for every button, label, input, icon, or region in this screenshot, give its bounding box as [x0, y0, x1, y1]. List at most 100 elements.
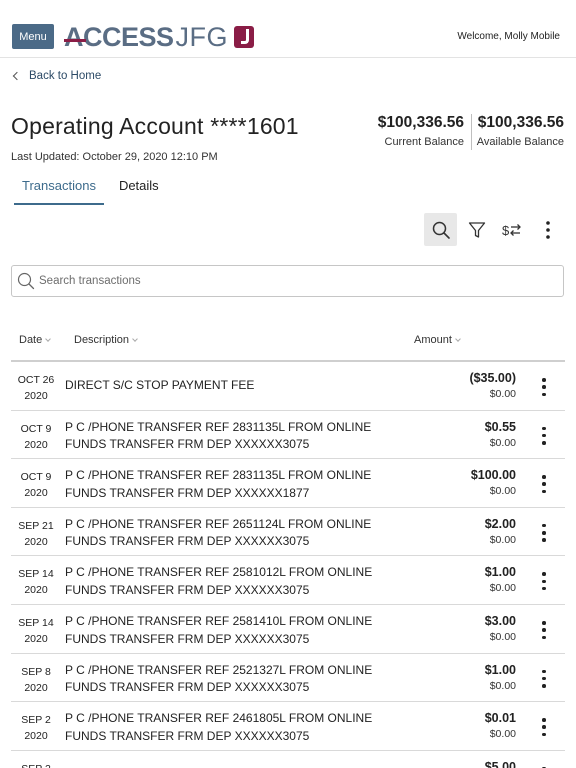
row-more-options-button[interactable]: [537, 426, 551, 446]
row-more-options-button[interactable]: [537, 669, 551, 689]
last-updated-text: Last Updated: October 29, 2020 12:10 PM: [11, 151, 218, 163]
transaction-row[interactable]: OCT 26 2020 DIRECT S/C STOP PAYMENT FEE ($3…: [11, 362, 565, 411]
transaction-amount: $0.01 $0.00: [485, 710, 516, 742]
sort-chevron-icon: [45, 336, 52, 342]
filter-button[interactable]: [460, 213, 493, 246]
search-transactions-box: [11, 265, 564, 297]
transaction-date-month-day: OCT 26: [17, 374, 55, 386]
menu-button[interactable]: Menu: [12, 24, 54, 49]
kebab-dot-icon: [542, 531, 546, 535]
transaction-row[interactable]: OCT 9 2020 P C /PHONE TRANSFER REF 2831135…: [11, 411, 565, 460]
transaction-date: OCT 9 2020: [11, 421, 61, 453]
kebab-dot-icon: [542, 621, 546, 625]
transaction-date: SEP 21 2020: [11, 518, 61, 550]
access-jfg-logo[interactable]: ACCESS JFG: [64, 21, 255, 52]
transaction-amount: $5.00: [485, 759, 516, 768]
transaction-description-line2: FUNDS TRANSFER FRM DEP XXXXXX1877: [65, 485, 310, 500]
transaction-amount-value: $1.00: [484, 662, 516, 677]
transaction-date-year: 2020: [24, 633, 48, 645]
transaction-description-line2: FUNDS TRANSFER FRM DEP XXXXXX3075: [65, 437, 310, 452]
transfer-button[interactable]: $: [495, 213, 528, 246]
transaction-date-month-day: SEP 14: [18, 568, 54, 581]
transaction-row[interactable]: SEP 8 2020 P C /PHONE TRANSFER REF 2521327…: [11, 654, 565, 703]
row-more-options-button[interactable]: [537, 571, 551, 591]
current-balance-amount: $100,336.56: [377, 114, 464, 131]
transaction-date: OCT 26 2020: [11, 372, 61, 404]
transaction-row[interactable]: OCT 9 2020 P C /PHONE TRANSFER REF 2831135…: [11, 459, 565, 508]
transaction-row[interactable]: SEP 2 2020 P C /PHONE TRANSFER REF 2461805…: [11, 702, 565, 751]
transaction-date: SEP 2 2020: [11, 712, 61, 744]
kebab-dot-icon: [542, 635, 546, 639]
transaction-date: SEP 14 2020: [11, 566, 61, 598]
tab-transactions[interactable]: Transactions: [14, 173, 104, 205]
search-icon: [432, 221, 450, 239]
transaction-description-line1: P C /PHONE TRANSFER REF 2831135L FROM ON…: [65, 419, 372, 434]
kebab-dot-icon: [542, 628, 546, 632]
app-header: Menu ACCESS JFG Welcome, Molly Mobile: [0, 0, 576, 58]
current-balance-label: Current Balance: [384, 136, 465, 148]
row-more-options-button[interactable]: [537, 474, 551, 494]
transaction-running-balance: $0.00: [489, 485, 516, 498]
more-icon: [545, 220, 550, 239]
account-title: Operating Account ****1601: [11, 113, 299, 139]
transaction-date-month-day: OCT 9: [20, 471, 52, 484]
transaction-date-month-day: SEP 2: [11, 761, 61, 768]
welcome-message: Welcome, Molly Mobile: [457, 31, 560, 42]
chevron-left-icon: [12, 71, 22, 81]
kebab-dot-icon: [542, 378, 546, 382]
transaction-description-line2: FUNDS TRANSFER FRM DEP XXXXXX3075: [65, 582, 310, 597]
back-to-home-link[interactable]: Back to Home: [12, 70, 102, 82]
kebab-dot-icon: [542, 475, 546, 479]
back-to-home-label: Back to Home: [29, 70, 102, 82]
transaction-description: P C /PHONE TRANSFER REF 2581012L FROM ON…: [65, 564, 395, 599]
svg-text:$: $: [502, 223, 510, 238]
search-toggle-button[interactable]: [424, 213, 457, 246]
transaction-amount: $2.00 $0.00: [485, 516, 516, 548]
transaction-date-month-day: SEP 21: [18, 519, 54, 532]
transaction-description: P C /PHONE TRANSFER REF 2461805L FROM ON…: [65, 710, 395, 745]
transaction-date: SEP 8 2020: [11, 664, 61, 696]
row-more-options-button[interactable]: [537, 377, 551, 397]
logo-swoosh: [64, 39, 86, 42]
transaction-amount: $100.00 $0.00: [471, 467, 516, 499]
transaction-date-year: 2020: [24, 730, 48, 743]
kebab-dot-icon: [542, 579, 546, 584]
column-header-date[interactable]: Date: [19, 334, 52, 346]
transaction-description-line1: P C /PHONE TRANSFER REF 2651124L FROM ON…: [65, 516, 372, 531]
transaction-row[interactable]: SEP 14 2020 P C /PHONE TRANSFER REF 258141…: [11, 605, 565, 654]
transaction-row[interactable]: SEP 21 2020 P C /PHONE TRANSFER REF 265112…: [11, 508, 565, 557]
row-more-options-button[interactable]: [537, 620, 551, 640]
transaction-amount-value: $2.00: [484, 516, 516, 531]
transaction-running-balance: $0.00: [489, 388, 516, 400]
transaction-description: P C /PHONE TRANSFER REF 2521327L FROM ON…: [65, 662, 395, 697]
row-more-options-button[interactable]: [537, 717, 551, 737]
sort-chevron-icon: [132, 336, 138, 342]
transaction-amount-value: $0.55: [484, 419, 516, 434]
transaction-description-line1: P C /PHONE TRANSFER REF 2581410L FROM ON…: [65, 614, 373, 628]
kebab-dot-icon: [542, 482, 546, 486]
transaction-date-year: 2020: [24, 535, 48, 548]
column-header-description[interactable]: Description: [74, 334, 138, 346]
balance-divider: [471, 114, 472, 150]
kebab-dot-icon: [542, 669, 546, 674]
tab-details[interactable]: Details: [111, 173, 167, 205]
transaction-description: P C /PHONE TRANSFER REF 2831135L FROM ON…: [65, 419, 395, 454]
transaction-description-line1: P C /PHONE TRANSFER REF 2461805L FROM ON…: [65, 711, 373, 726]
row-more-options-button[interactable]: [537, 523, 551, 543]
transaction-date: SEP 14 2020: [11, 615, 61, 647]
kebab-dot-icon: [542, 392, 546, 396]
column-header-amount[interactable]: Amount: [414, 334, 461, 346]
transaction-row[interactable]: SEP 14 2020 P C /PHONE TRANSFER REF 258101…: [11, 556, 565, 605]
kebab-dot-icon: [542, 732, 546, 737]
transaction-date-year: 2020: [24, 487, 48, 500]
column-header-description-label: Description: [74, 334, 130, 346]
logo-access-text: ACCESS: [64, 21, 174, 52]
transaction-amount-value: $100.00: [470, 468, 516, 483]
more-options-button[interactable]: [531, 213, 564, 246]
transaction-amount-value: $0.01: [484, 711, 516, 726]
search-transactions-input[interactable]: [39, 275, 539, 287]
transaction-amount: $0.55 $0.00: [485, 419, 516, 451]
transaction-description-line1: P C /PHONE TRANSFER REF 2831135L FROM ON…: [65, 468, 372, 483]
transaction-row[interactable]: SEP 22020P C /PHONE TRANSFER REF 2460912…: [11, 751, 565, 768]
transaction-amount: $1.00 $0.00: [485, 662, 516, 694]
